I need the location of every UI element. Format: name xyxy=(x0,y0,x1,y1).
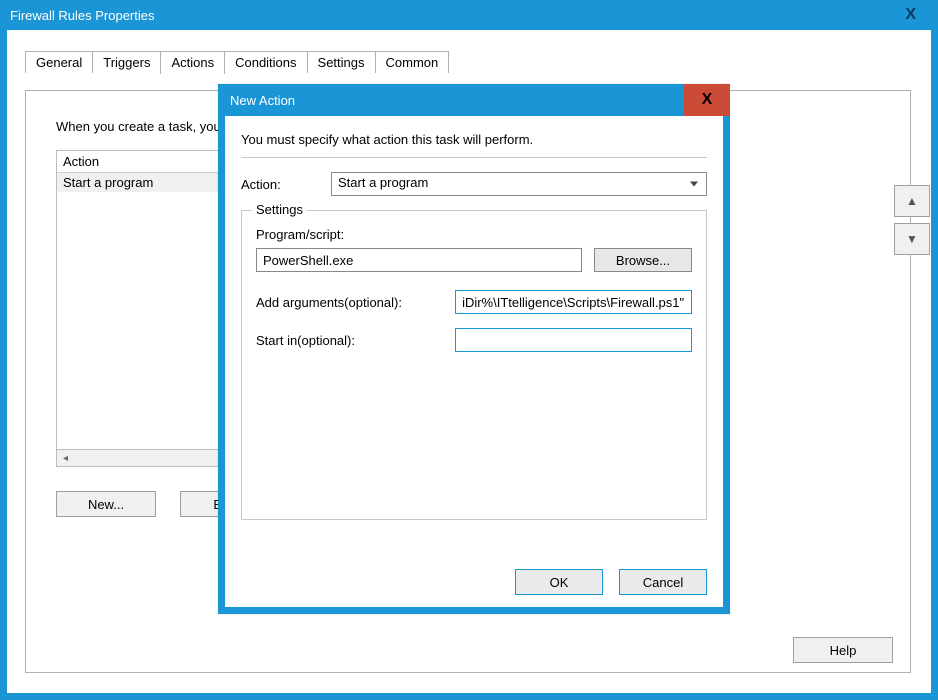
tabstrip: General Triggers Actions Conditions Sett… xyxy=(25,48,931,73)
new-button[interactable]: New... xyxy=(56,491,156,517)
tab-settings[interactable]: Settings xyxy=(307,51,376,73)
tab-general[interactable]: General xyxy=(25,51,93,73)
properties-titlebar[interactable]: Firewall Rules Properties X xyxy=(0,0,938,30)
dialog-intro: You must specify what action this task w… xyxy=(241,132,707,147)
action-label: Action: xyxy=(241,177,331,192)
move-up-button[interactable]: ▲ xyxy=(894,185,930,217)
dialog-button-row: OK Cancel xyxy=(515,569,707,595)
startin-label: Start in(optional): xyxy=(256,333,455,348)
arguments-input[interactable] xyxy=(455,290,692,314)
action-row: Action: Start a program xyxy=(241,172,707,196)
properties-title: Firewall Rules Properties xyxy=(10,8,155,23)
program-input[interactable] xyxy=(256,248,582,272)
ok-button[interactable]: OK xyxy=(515,569,603,595)
divider xyxy=(241,157,707,158)
settings-fieldset: Settings Program/script: Browse... Add a… xyxy=(241,210,707,520)
browse-button[interactable]: Browse... xyxy=(594,248,692,272)
tab-triggers[interactable]: Triggers xyxy=(92,51,161,73)
startin-input[interactable] xyxy=(455,328,692,352)
tab-actions[interactable]: Actions xyxy=(160,51,225,74)
move-down-button[interactable]: ▼ xyxy=(894,223,930,255)
scroll-left-icon[interactable]: ◂ xyxy=(57,451,74,466)
program-label: Program/script: xyxy=(256,227,692,242)
settings-legend: Settings xyxy=(252,202,307,217)
tab-conditions[interactable]: Conditions xyxy=(224,51,307,73)
dialog-title: New Action xyxy=(230,93,295,108)
action-select[interactable]: Start a program xyxy=(331,172,707,196)
arguments-label: Add arguments(optional): xyxy=(256,295,455,310)
new-action-dialog: New Action X You must specify what actio… xyxy=(218,84,730,614)
properties-window: Firewall Rules Properties X General Trig… xyxy=(0,0,938,700)
dialog-titlebar[interactable]: New Action X xyxy=(218,84,730,116)
dialog-close-button[interactable]: X xyxy=(684,84,730,116)
action-select-value: Start a program xyxy=(338,175,428,190)
cancel-button[interactable]: Cancel xyxy=(619,569,707,595)
close-icon[interactable]: X xyxy=(893,2,928,28)
dialog-body: You must specify what action this task w… xyxy=(225,116,723,607)
help-button[interactable]: Help xyxy=(793,637,893,663)
reorder-buttons: ▲ ▼ xyxy=(894,185,930,255)
tab-common[interactable]: Common xyxy=(375,51,450,73)
close-icon: X xyxy=(702,91,713,109)
